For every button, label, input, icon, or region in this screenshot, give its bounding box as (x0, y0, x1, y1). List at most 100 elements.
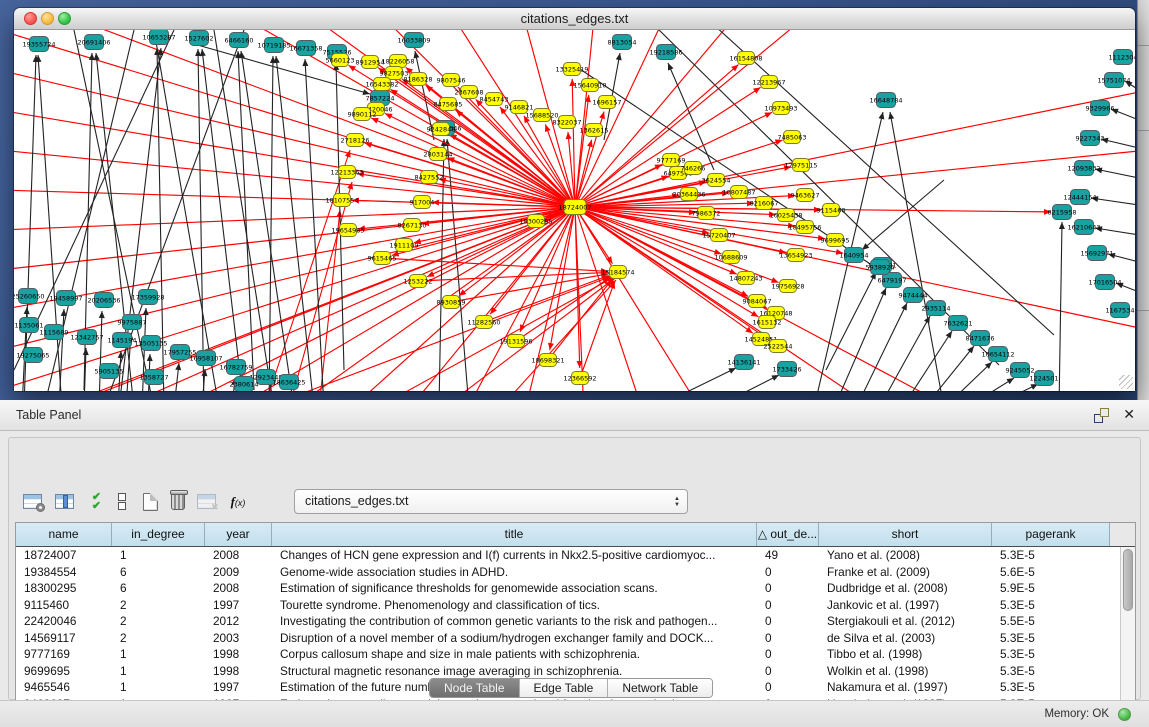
column-header-name[interactable]: name (16, 523, 112, 546)
graph-node-label: 2380614 (230, 381, 259, 389)
edge-arrowhead (490, 307, 497, 314)
graph-node-label: 18226058 (381, 58, 414, 66)
graph-edge (289, 182, 352, 391)
graph-edge (714, 375, 779, 391)
cell-out_degree: 49 (757, 547, 819, 564)
cell-in_degree: 1 (112, 663, 205, 680)
graph-node-label: 18636425 (272, 379, 305, 387)
graph-node-label: 1640954 (840, 252, 869, 260)
graph-node-label: 2935114 (922, 305, 951, 313)
network-canvas[interactable]: 1935572420691406106532871527602646616010… (14, 30, 1135, 391)
edge-arrowhead (888, 112, 894, 119)
graph-node-label: 2718126 (341, 137, 370, 145)
function-builder-button[interactable]: f(x) (225, 488, 251, 515)
float-panel-button[interactable] (1094, 408, 1109, 423)
graph-node-label: 1615132 (753, 319, 782, 327)
edge-arrowhead (24, 307, 30, 314)
select-rows-icon: ✔✔ (92, 493, 100, 511)
graph-node-label: 9227343 (1076, 135, 1105, 143)
graph-node-label: 1696157 (593, 99, 622, 107)
graph-node-label: 16782759 (219, 364, 252, 372)
table-row[interactable]: 969969511998Structural magnetic resonanc… (16, 663, 1120, 680)
edge-arrowhead (1059, 222, 1065, 229)
graph-node-label: 8454743 (480, 96, 509, 104)
graph-node-label: 1358727 (140, 374, 169, 382)
table-row[interactable]: 2242004622012Investigating the contribut… (16, 613, 1120, 630)
graph-edge (924, 346, 974, 391)
graph-edge (879, 316, 930, 391)
resize-grip[interactable] (1119, 375, 1133, 389)
cell-year: 1998 (205, 646, 272, 663)
graph-edge (654, 30, 999, 365)
new-file-button[interactable] (137, 488, 163, 515)
graph-node-label: 9245052 (1006, 367, 1035, 375)
table-row[interactable]: 1830029562008Estimation of significance … (16, 580, 1120, 597)
graph-node-label: 8216067 (750, 200, 779, 208)
graph-node-label: 19458997 (49, 295, 82, 303)
close-panel-button[interactable]: ✕ (1123, 406, 1135, 423)
graph-node-label: 1167534 (1106, 307, 1135, 315)
table-row[interactable]: 1456911722003Disruption of a novel membe… (16, 630, 1120, 647)
table-settings-button[interactable] (19, 488, 45, 515)
column-header-title[interactable]: title (272, 523, 757, 546)
cell-pagerank: 5.3E-5 (992, 679, 1110, 696)
graph-edge (38, 55, 62, 391)
column-header-short[interactable]: short (819, 523, 992, 546)
network-graph[interactable]: 1935572420691406106532871527602646616010… (14, 30, 1135, 391)
select-columns-button[interactable] (51, 488, 77, 515)
column-header-pagerank[interactable]: pagerank (992, 523, 1110, 546)
window-title: citations_edges.txt (14, 8, 1135, 30)
graph-edge (548, 280, 612, 360)
graph-node-label: 6466160 (225, 37, 254, 45)
edge-arrowhead (616, 53, 622, 60)
table-scrollbar[interactable] (1120, 547, 1135, 711)
edge-arrowhead (274, 56, 280, 63)
table-settings-icon (23, 494, 42, 509)
cell-name: 22420046 (16, 613, 112, 630)
scrollbar-thumb[interactable] (1123, 549, 1133, 611)
cell-title: Genome-wide association studies in ADHD. (272, 564, 757, 581)
toggle-row-height-button[interactable] (109, 488, 135, 515)
graph-node-label: 9463627 (791, 192, 820, 200)
table-row[interactable]: 977716911998Corpus callosum shape and si… (16, 646, 1120, 663)
cell-out_degree: 0 (757, 646, 819, 663)
graph-node-label: 8475685 (434, 101, 463, 109)
graph-edge (575, 30, 804, 207)
graph-node-label: 16033809 (397, 37, 430, 45)
graph-node-label: 7986372 (692, 210, 721, 218)
graph-node-label: 18698321 (531, 357, 564, 365)
graph-node-label: 1112304 (1109, 54, 1135, 62)
graph-node-label: 8215958 (1048, 209, 1077, 217)
graph-node-label: 16154808 (729, 55, 762, 63)
cell-pagerank: 5.3E-5 (992, 597, 1110, 614)
edge-arrowhead (1006, 378, 1014, 384)
table-row[interactable]: 911546021997Tourette syndrome. Phenomeno… (16, 597, 1120, 614)
graph-node-label: 9242848 (427, 126, 456, 134)
cell-pagerank: 5.3E-5 (992, 547, 1110, 564)
cell-out_degree: 0 (757, 597, 819, 614)
edge-arrowhead (946, 331, 952, 339)
select-rows-button[interactable]: ✔✔ (83, 488, 109, 515)
graph-node-label: 746266 (681, 165, 706, 173)
tab-network-table[interactable]: Network Table (608, 679, 712, 697)
graph-node-label: 16543382 (365, 81, 398, 89)
cell-year: 2008 (205, 547, 272, 564)
column-header-year[interactable]: year (205, 523, 272, 546)
table-source-select[interactable]: citations_edges.txt ▲▼ (294, 489, 688, 514)
network-window-titlebar[interactable]: citations_edges.txt (14, 8, 1135, 30)
column-header-in_degree[interactable]: in_degree (112, 523, 205, 546)
cell-out_degree: 0 (757, 613, 819, 630)
table-panel-header: Table Panel ✕ (0, 400, 1149, 431)
cell-short: Stergiakouli et al. (2012) (819, 613, 992, 630)
delete-table-button[interactable]: ✖ (193, 488, 219, 515)
table-row[interactable]: 1938455462009Genome-wide association stu… (16, 564, 1120, 581)
graph-node-label: 15720407 (702, 232, 735, 240)
delete-rows-button[interactable] (165, 488, 191, 515)
column-header-out_degree[interactable]: △ out_de... (757, 523, 819, 546)
tab-edge-table[interactable]: Edge Table (520, 679, 609, 697)
graph-edge (654, 368, 736, 391)
table-row[interactable]: 1872400712008Changes of HCN gene express… (16, 547, 1120, 564)
tab-node-table[interactable]: Node Table (430, 679, 520, 697)
graph-node-label: 10025438 (769, 212, 802, 220)
graph-node-label: 16210643 (1067, 224, 1100, 232)
